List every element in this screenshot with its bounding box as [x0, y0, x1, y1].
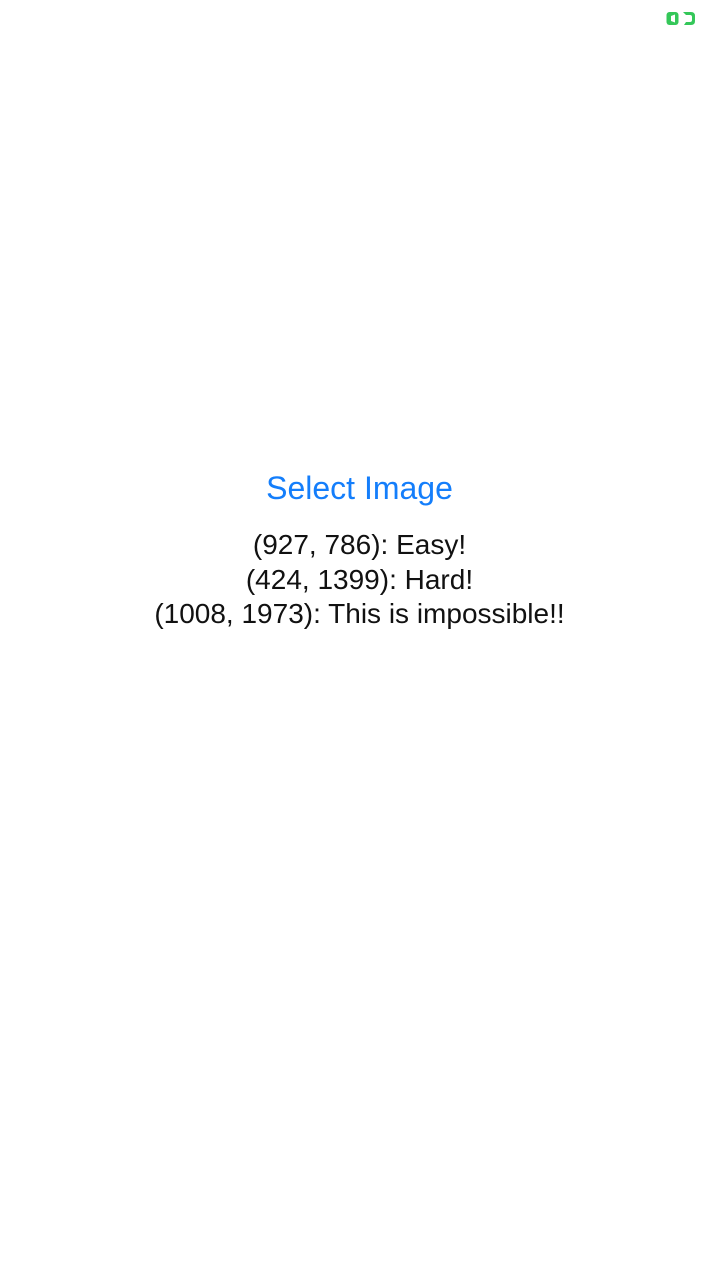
result-line-hard: (424, 1399): Hard!	[245, 563, 474, 595]
results-list: (927, 786): Easy! (424, 1399): Hard! (10…	[154, 528, 564, 632]
main-content: Select Image (927, 786): Easy! (424, 139…	[0, 466, 719, 632]
result-line-impossible: (1008, 1973): This is impossible!!	[154, 598, 565, 629]
screen-record-icon-graphic	[666, 12, 695, 25]
screen-record-icon	[666, 11, 696, 27]
select-image-button[interactable]: Select Image	[266, 466, 453, 510]
result-line-easy: (927, 786): Easy!	[252, 529, 467, 560]
